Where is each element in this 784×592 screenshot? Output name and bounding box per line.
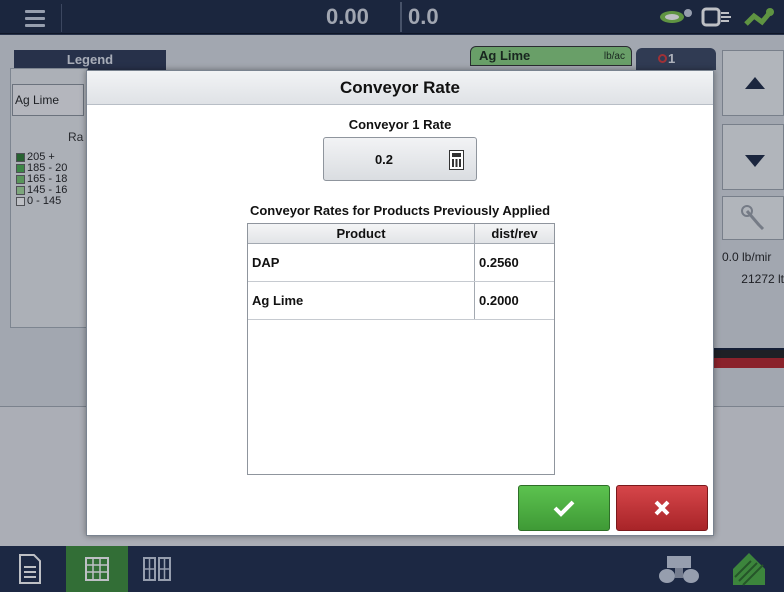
cell-dist-rev: 0.2000 <box>479 293 519 308</box>
checkmark-icon <box>553 500 575 517</box>
column-header-dist-rev: dist/rev <box>491 226 538 241</box>
conveyor-rate-input[interactable]: 0.2 <box>323 137 477 181</box>
cancel-button[interactable] <box>616 485 708 531</box>
calculator-icon <box>449 150 464 170</box>
cell-product: DAP <box>248 244 475 281</box>
products-table: Product dist/rev DAP 0.2560 Ag Lime 0.20… <box>247 223 555 475</box>
conveyor-rate-label: Conveyor 1 Rate <box>348 117 452 132</box>
column-header-product: Product <box>248 224 475 243</box>
x-icon <box>654 500 670 516</box>
products-table-label: Conveyor Rates for Products Previously A… <box>249 203 551 218</box>
conveyor-rate-dialog: Conveyor Rate Conveyor 1 Rate 0.2 Convey… <box>86 70 714 536</box>
accept-button[interactable] <box>518 485 610 531</box>
table-row[interactable]: DAP 0.2560 <box>248 244 554 282</box>
dialog-title: Conveyor Rate <box>87 71 713 105</box>
cell-product: Ag Lime <box>248 282 475 319</box>
table-row[interactable]: Ag Lime 0.2000 <box>248 282 554 320</box>
table-header: Product dist/rev <box>248 224 554 244</box>
cell-dist-rev: 0.2560 <box>479 255 519 270</box>
conveyor-rate-value: 0.2 <box>374 152 394 167</box>
